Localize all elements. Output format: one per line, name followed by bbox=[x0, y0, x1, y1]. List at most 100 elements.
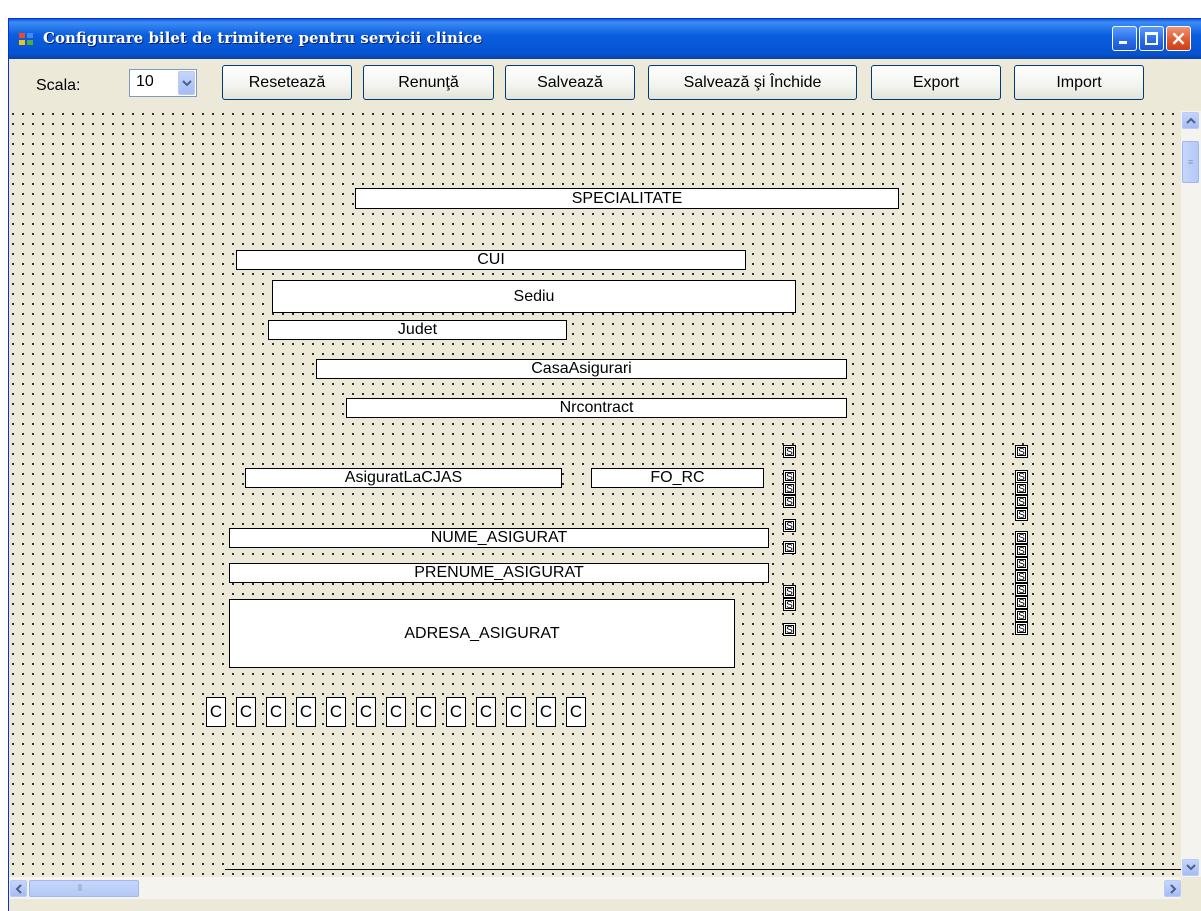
s-checkbox[interactable]: S bbox=[1015, 609, 1028, 622]
field-cui[interactable]: CUI bbox=[236, 250, 746, 270]
minimize-icon bbox=[1119, 41, 1127, 44]
s-checkbox[interactable]: S bbox=[783, 482, 796, 495]
field-judet[interactable]: Judet bbox=[268, 320, 567, 340]
code-box[interactable]: C bbox=[476, 697, 496, 727]
code-box[interactable]: C bbox=[206, 697, 226, 727]
code-box[interactable]: C bbox=[446, 697, 466, 727]
s-checkbox[interactable]: S bbox=[1015, 495, 1028, 508]
s-checkbox[interactable]: S bbox=[1015, 531, 1028, 544]
s-checkbox[interactable]: S bbox=[783, 445, 796, 458]
code-box[interactable]: C bbox=[386, 697, 406, 727]
code-box[interactable]: C bbox=[566, 697, 586, 727]
window-title: Configurare bilet de trimitere pentru se… bbox=[43, 29, 483, 47]
code-box[interactable]: C bbox=[356, 697, 376, 727]
close-icon: × bbox=[1170, 26, 1187, 50]
s-checkbox[interactable]: S bbox=[783, 519, 796, 532]
cancel-button[interactable]: Renunţă bbox=[363, 65, 494, 100]
s-checkbox[interactable]: S bbox=[1015, 508, 1028, 521]
scroll-left-button[interactable] bbox=[10, 880, 27, 897]
field-asigurat-la-cjas[interactable]: AsiguratLaCJAS bbox=[245, 468, 562, 488]
s-letter: S bbox=[1017, 585, 1026, 596]
maximize-button[interactable] bbox=[1139, 26, 1164, 51]
app-icon bbox=[19, 33, 34, 46]
field-nrcontract[interactable]: Nrcontract bbox=[346, 398, 847, 418]
grip-icon: ⦀ bbox=[78, 883, 82, 893]
s-letter: S bbox=[1017, 533, 1026, 544]
s-checkbox[interactable]: S bbox=[783, 585, 796, 598]
s-letter: S bbox=[1017, 510, 1026, 521]
s-letter: S bbox=[785, 447, 794, 458]
code-box[interactable]: C bbox=[236, 697, 256, 727]
field-sediu[interactable]: Sediu bbox=[272, 280, 796, 313]
s-letter: S bbox=[1017, 559, 1026, 570]
grip-icon: ≡ bbox=[1188, 157, 1193, 167]
scroll-down-button[interactable] bbox=[1182, 859, 1199, 876]
s-checkbox[interactable]: S bbox=[1015, 482, 1028, 495]
horizontal-scrollbar[interactable]: ⦀ bbox=[9, 877, 1182, 899]
s-checkbox[interactable]: S bbox=[1015, 622, 1028, 635]
s-letter: S bbox=[1017, 472, 1026, 483]
s-letter: S bbox=[785, 484, 794, 495]
horizontal-scroll-thumb[interactable]: ⦀ bbox=[29, 880, 139, 897]
s-letter: S bbox=[1017, 497, 1026, 508]
s-letter: S bbox=[1017, 624, 1026, 635]
code-box[interactable]: C bbox=[506, 697, 526, 727]
editor-window: Configurare bilet de trimitere pentru se… bbox=[8, 18, 1201, 911]
s-letter: S bbox=[785, 587, 794, 598]
s-letter: S bbox=[1017, 546, 1026, 557]
resize-grip[interactable] bbox=[1181, 877, 1201, 899]
close-button[interactable]: × bbox=[1166, 26, 1191, 51]
export-button[interactable]: Export bbox=[871, 65, 1001, 100]
field-nume-asigurat[interactable]: NUME_ASIGURAT bbox=[229, 528, 769, 548]
field-adresa-asigurat[interactable]: ADRESA_ASIGURAT bbox=[229, 599, 735, 668]
code-box[interactable]: C bbox=[416, 697, 436, 727]
s-checkbox[interactable]: S bbox=[1015, 445, 1028, 458]
scala-value: 10 bbox=[136, 73, 154, 90]
toolbar: Scala: 10 Resetează Renunţă Salvează Sal… bbox=[9, 59, 1201, 111]
s-letter: S bbox=[785, 625, 794, 636]
code-box[interactable]: C bbox=[536, 697, 556, 727]
s-checkbox[interactable]: S bbox=[1015, 583, 1028, 596]
s-letter: S bbox=[1017, 611, 1026, 622]
design-canvas[interactable]: SPECIALITATE CUI Sediu Judet CasaAsigura… bbox=[9, 111, 1182, 877]
chevron-down-icon[interactable] bbox=[178, 71, 195, 95]
field-specialitate[interactable]: SPECIALITATE bbox=[355, 188, 899, 209]
reset-button[interactable]: Resetează bbox=[222, 65, 352, 100]
save-close-button[interactable]: Salvează şi Închide bbox=[648, 65, 857, 100]
s-checkbox[interactable]: S bbox=[783, 495, 796, 508]
import-button[interactable]: Import bbox=[1014, 65, 1144, 100]
vertical-scroll-thumb[interactable]: ≡ bbox=[1182, 141, 1199, 183]
field-casa-asigurari[interactable]: CasaAsigurari bbox=[316, 359, 847, 379]
s-checkbox[interactable]: S bbox=[783, 541, 796, 554]
maximize-icon bbox=[1145, 32, 1158, 45]
code-box[interactable]: C bbox=[296, 697, 316, 727]
s-letter: S bbox=[1017, 484, 1026, 495]
vertical-scrollbar[interactable]: ≡ bbox=[1181, 111, 1201, 877]
s-letter: S bbox=[785, 521, 794, 532]
page-bottom-line bbox=[225, 869, 1182, 870]
scala-select[interactable]: 10 bbox=[129, 69, 197, 97]
s-letter: S bbox=[1017, 447, 1026, 458]
code-box[interactable]: C bbox=[266, 697, 286, 727]
s-checkbox[interactable]: S bbox=[783, 623, 796, 636]
title-bar[interactable]: Configurare bilet de trimitere pentru se… bbox=[9, 19, 1201, 59]
s-letter: S bbox=[785, 543, 794, 554]
s-letter: S bbox=[785, 497, 794, 508]
field-prenume-asigurat[interactable]: PRENUME_ASIGURAT bbox=[229, 563, 769, 583]
s-letter: S bbox=[1017, 598, 1026, 609]
s-checkbox[interactable]: S bbox=[783, 598, 796, 611]
code-box[interactable]: C bbox=[326, 697, 346, 727]
s-checkbox[interactable]: S bbox=[1015, 570, 1028, 583]
s-checkbox[interactable]: S bbox=[1015, 596, 1028, 609]
minimize-button[interactable] bbox=[1112, 26, 1137, 51]
scala-label: Scala: bbox=[36, 77, 81, 94]
scroll-up-button[interactable] bbox=[1182, 112, 1199, 129]
s-checkbox[interactable]: S bbox=[1015, 544, 1028, 557]
s-letter: S bbox=[785, 600, 794, 611]
scroll-right-button[interactable] bbox=[1164, 880, 1181, 897]
field-fo-rc[interactable]: FO_RC bbox=[591, 468, 764, 488]
save-button[interactable]: Salvează bbox=[505, 65, 635, 100]
s-letter: S bbox=[1017, 572, 1026, 583]
s-checkbox[interactable]: S bbox=[1015, 557, 1028, 570]
code-box-row: C C C C C C C C C C C C C bbox=[206, 697, 606, 727]
